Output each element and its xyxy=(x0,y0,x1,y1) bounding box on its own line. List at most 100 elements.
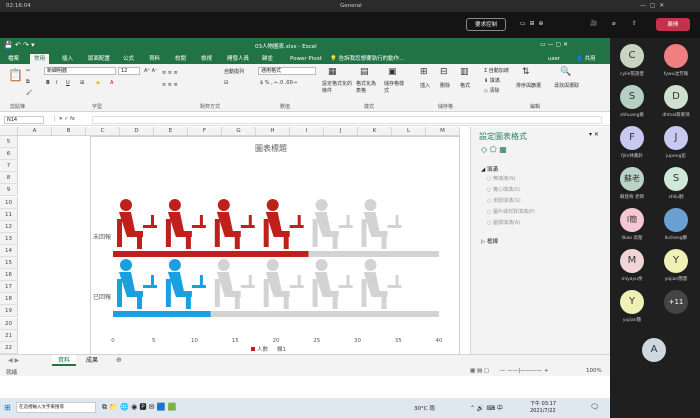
bar-remainder[interactable] xyxy=(210,311,439,317)
participant-avatar[interactable]: D xyxy=(664,85,688,109)
request-control-button[interactable]: 要求控制 xyxy=(466,18,506,31)
taskbar-search[interactable]: 在這裡輸入文字來搜尋 xyxy=(16,402,96,413)
participant-avatar[interactable] xyxy=(664,44,688,68)
tab-home[interactable]: 常用 xyxy=(30,54,50,64)
pane-section-fill[interactable]: ◢ 填滿 xyxy=(481,165,498,173)
participant-avatar[interactable]: J xyxy=(664,126,688,150)
bold-button[interactable]: B xyxy=(46,80,50,86)
participant-avatar[interactable]: +11 xyxy=(664,290,688,314)
row-header[interactable]: 9 xyxy=(0,184,18,197)
underline-button[interactable]: U xyxy=(66,80,70,86)
tab-page-layout[interactable]: 版面配置 xyxy=(84,54,114,64)
row-header[interactable]: 11 xyxy=(0,208,18,221)
row-header[interactable]: 14 xyxy=(0,244,18,257)
bar-remainder[interactable] xyxy=(308,251,439,257)
participant-avatar[interactable]: M xyxy=(620,249,644,273)
cell-style-icon[interactable]: ▣ xyxy=(388,67,397,77)
fill-option[interactable]: ○ 實心填滿(S) xyxy=(487,186,520,193)
tab-developer[interactable]: 開發人員 xyxy=(223,54,253,64)
share-icon[interactable]: ⇧ xyxy=(632,20,637,27)
font-grow-icon[interactable]: A⁺ A⁻ xyxy=(144,68,158,74)
row-header[interactable]: 10 xyxy=(0,196,18,209)
table-format-button[interactable]: 格式化為表格 xyxy=(356,80,380,94)
align-top-icons[interactable]: ≡ ≡ ≡ xyxy=(162,70,178,76)
fill-option[interactable]: ○ 圖樣填滿(A) xyxy=(487,219,520,226)
participant-avatar[interactable] xyxy=(664,208,688,232)
row-header[interactable]: 17 xyxy=(0,281,18,294)
column-header[interactable]: C xyxy=(86,127,120,136)
chart-area[interactable]: 未回報 已回報 0 5 10 15 20 25 30 35 40 人數 欄1 圖表標題 xyxy=(90,136,460,356)
autosum-button[interactable]: Σ 自動加總 xyxy=(484,67,509,74)
row-header[interactable]: 6 xyxy=(0,148,18,161)
insert-cells-button[interactable]: 插入 xyxy=(420,82,430,89)
find-select-icon[interactable]: 🔍 xyxy=(560,67,571,77)
toolbar-icons[interactable]: ▭ ⊞ ⊕ xyxy=(520,20,543,27)
tray-icons[interactable]: ⌃ 🔊 ⌨ 中 xyxy=(470,403,503,412)
column-header[interactable]: F xyxy=(188,127,222,136)
delete-cells-icon[interactable]: ⊟ xyxy=(440,67,448,77)
camera-icon[interactable]: 🎥 xyxy=(590,20,597,27)
sheet-tab-results[interactable]: 成果 xyxy=(80,355,104,366)
bar-value[interactable] xyxy=(113,311,211,317)
row-header[interactable]: 20 xyxy=(0,317,18,330)
tell-me-search[interactable]: 💡 告訴我您想要執行的動作... xyxy=(330,54,404,64)
pane-section-border[interactable]: ▷ 框線 xyxy=(481,237,498,245)
select-all-corner[interactable] xyxy=(0,127,18,136)
fill-color-icon[interactable]: ◆ xyxy=(96,80,100,86)
column-header[interactable]: M xyxy=(426,127,460,136)
column-header[interactable]: I xyxy=(290,127,324,136)
pane-close-icon[interactable]: ▾ ✕ xyxy=(589,131,599,138)
format-cells-icon[interactable]: ▥ xyxy=(460,67,469,77)
column-header[interactable]: K xyxy=(358,127,392,136)
wrap-text-button[interactable]: 自動換列 xyxy=(224,68,244,75)
column-header[interactable]: B xyxy=(52,127,86,136)
tab-insert[interactable]: 插入 xyxy=(58,54,77,64)
column-header[interactable]: E xyxy=(154,127,188,136)
row-header[interactable]: 12 xyxy=(0,220,18,233)
fill-button[interactable]: ⬇ 填滿 xyxy=(484,77,500,84)
font-size-select[interactable]: 12 xyxy=(118,67,140,75)
share-button[interactable]: 👤 共用 xyxy=(576,54,596,64)
name-box[interactable]: N14 xyxy=(4,116,44,124)
italic-button[interactable]: I xyxy=(56,80,57,86)
font-color-icon[interactable]: A xyxy=(110,80,113,86)
tab-view[interactable]: 檢視 xyxy=(197,54,216,64)
tab-power-pivot[interactable]: Power Pivot xyxy=(286,54,326,64)
align-horizontal-icons[interactable]: ≡ ≡ ≡ xyxy=(162,82,178,88)
start-icon[interactable]: ⊞ xyxy=(4,403,11,412)
pictograph-chart[interactable]: 未回報已回報 0 5 10 15 20 25 30 35 40 人數 欄1 圖表標題 xyxy=(91,137,459,355)
number-format-select[interactable]: 通用格式 xyxy=(258,67,316,75)
participant-avatar[interactable]: A xyxy=(642,338,666,362)
view-icons[interactable]: ▦ ▤ ▢ xyxy=(470,368,489,374)
formula-icons[interactable]: ⋮ ✕ ✓ fx xyxy=(52,116,75,122)
notification-icon[interactable]: 🗨 xyxy=(590,403,599,411)
window-controls[interactable]: — ▢ ✕ xyxy=(640,2,664,9)
cell-style-button[interactable]: 儲存格樣式 xyxy=(384,80,408,94)
column-header[interactable]: L xyxy=(392,127,426,136)
row-header[interactable]: 5 xyxy=(0,136,18,149)
row-header[interactable]: 8 xyxy=(0,172,18,185)
chart-title[interactable]: 圖表標題 xyxy=(255,143,287,153)
mic-off-icon[interactable]: ⌀ xyxy=(612,20,616,27)
quick-access-icons[interactable]: 💾 ↶ ↷ ▾ xyxy=(4,41,35,49)
chart-legend[interactable]: 人數 欄1 xyxy=(251,345,286,353)
column-header[interactable]: D xyxy=(120,127,154,136)
participant-avatar[interactable]: Y xyxy=(664,249,688,273)
cond-format-button[interactable]: 設定格式化的條件 xyxy=(322,80,352,94)
participant-avatar[interactable]: Y xyxy=(620,290,644,314)
row-header[interactable]: 21 xyxy=(0,329,18,342)
participant-avatar[interactable]: S xyxy=(620,85,644,109)
tab-formulas[interactable]: 公式 xyxy=(119,54,138,64)
column-header[interactable]: G xyxy=(222,127,256,136)
tab-review[interactable]: 校閱 xyxy=(171,54,190,64)
taskbar-app-icons[interactable]: ⧉ 📁 🌐 ◉ 🅿 ✉ 🟦 🟩 xyxy=(102,402,176,412)
sort-filter-button[interactable]: 排序與篩選 xyxy=(516,82,541,89)
row-header[interactable]: 22 xyxy=(0,341,18,354)
leave-button[interactable]: 離開 xyxy=(656,18,690,31)
add-sheet-icon[interactable]: ⊕ xyxy=(116,356,122,364)
fill-option[interactable]: ○ 漸層填滿(G) xyxy=(487,197,521,204)
participant-avatar[interactable]: 蘇老 xyxy=(620,167,644,191)
table-format-icon[interactable]: ▤ xyxy=(360,67,369,77)
paste-icon[interactable]: 📋 xyxy=(8,68,23,82)
bar-value[interactable] xyxy=(113,251,309,257)
